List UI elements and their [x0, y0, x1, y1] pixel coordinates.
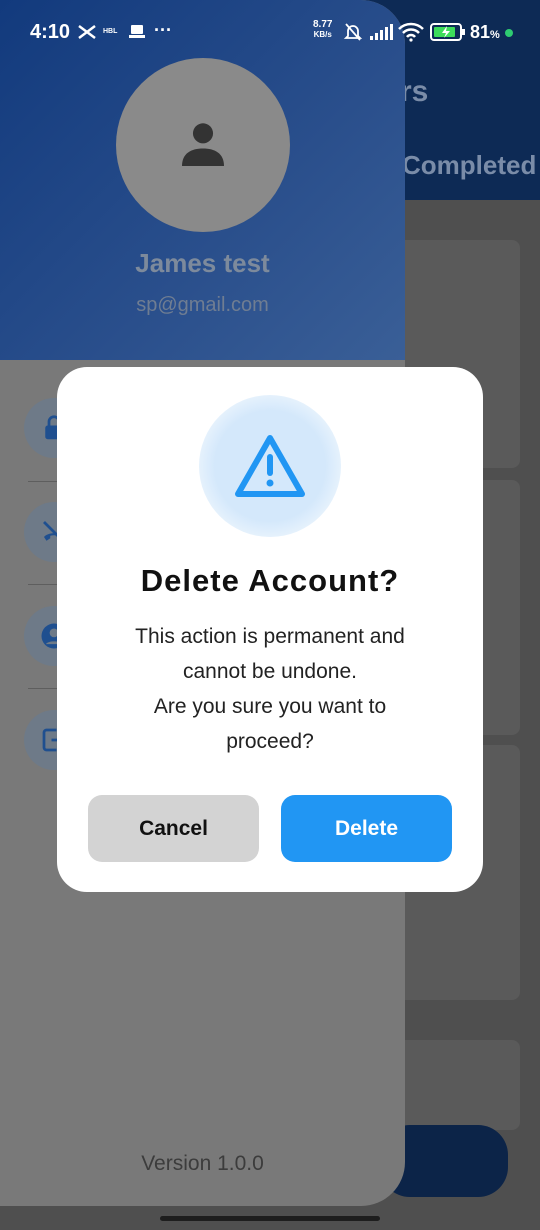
- battery-percent: 81%: [470, 22, 500, 42]
- dialog-message-line: This action is permanent and: [135, 625, 405, 648]
- signal-icon: [370, 24, 393, 40]
- upload-icon: [129, 25, 145, 38]
- dialog-message-line: cannot be undone.: [183, 660, 357, 683]
- more-notifications-icon: ···: [154, 20, 172, 40]
- avatar[interactable]: [116, 58, 290, 232]
- warning-icon-container: [199, 395, 341, 537]
- dialog-title: Delete Account?: [140, 563, 400, 598]
- person-icon: [182, 123, 224, 166]
- home-indicator[interactable]: [160, 1216, 380, 1221]
- capcut-icon: [78, 25, 96, 39]
- cancel-button[interactable]: Cancel: [88, 795, 259, 862]
- network-speed-unit: KB/s: [313, 30, 332, 39]
- notification-hbl: HBL: [103, 28, 118, 35]
- delete-button[interactable]: Delete: [281, 795, 452, 862]
- menu-divider: [28, 584, 60, 585]
- dialog-message-line: proceed?: [226, 730, 314, 753]
- battery-charging-icon: [430, 23, 465, 41]
- app-version: Version 1.0.0: [141, 1152, 264, 1175]
- delete-account-dialog: Delete Account? This action is permanent…: [57, 367, 483, 892]
- privacy-indicator: [505, 29, 513, 37]
- wifi-icon: [398, 22, 424, 42]
- user-email: sp@gmail.com: [136, 294, 269, 316]
- bell-off-icon: [343, 23, 363, 41]
- warning-icon: [235, 435, 305, 497]
- dialog-message: This action is permanent and cannot be u…: [97, 619, 443, 759]
- network-speed: 8.77 KB/s: [313, 20, 332, 40]
- user-name: James test: [135, 248, 270, 278]
- tab-completed[interactable]: Completed: [402, 150, 536, 181]
- network-speed-value: 8.77: [313, 19, 333, 30]
- menu-divider: [28, 688, 60, 689]
- status-time: 4:10: [30, 21, 71, 43]
- status-bar: 4:10 HBL ··· 8.77 KB/s 81%: [0, 0, 540, 62]
- dialog-message-line: Are you sure you want to: [153, 695, 387, 718]
- menu-divider: [28, 481, 60, 482]
